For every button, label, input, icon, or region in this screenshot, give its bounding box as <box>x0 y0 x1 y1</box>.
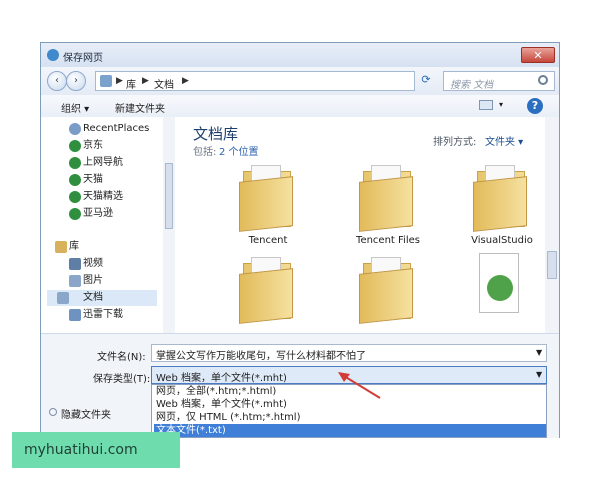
content-scroll-thumb[interactable] <box>547 251 557 279</box>
forward-button[interactable]: › <box>66 71 86 91</box>
ie-link-icon <box>69 140 81 152</box>
chevron-down-icon[interactable]: ▾ <box>499 100 503 109</box>
library-locations-link[interactable]: 2 个位置 <box>219 143 259 158</box>
path-box[interactable]: ▶ 库 ▶ 文档 ▶ ▼ <box>95 71 462 91</box>
chevron-right-icon[interactable]: ▶ <box>182 76 189 86</box>
annotation-arrow <box>338 372 381 399</box>
folder-icon[interactable] <box>239 257 295 324</box>
sort-dropdown[interactable]: 文件夹 ▾ <box>485 133 523 148</box>
library-title: 文档库 <box>193 125 239 143</box>
file-view: 文档库 包括: 2 个位置 排列方式: 文件夹 ▾ Tencent Tencen… <box>175 117 559 333</box>
search-input[interactable]: 搜索 文档 <box>443 71 555 91</box>
folder-icon[interactable] <box>239 165 295 232</box>
filetype-label: 保存类型(T): <box>93 374 151 385</box>
organize-button[interactable]: 组织 ▾ <box>61 100 89 115</box>
breadcrumb-library[interactable]: 库 <box>126 76 136 91</box>
back-button[interactable]: ‹ <box>47 71 67 91</box>
document-file-icon[interactable] <box>475 253 525 323</box>
picture-icon <box>69 275 81 287</box>
address-bar: ‹ › ▶ 库 ▶ 文档 ▶ ▼ ⟳ 搜索 文档 <box>41 67 559 96</box>
filename-label: 文件名(N): <box>97 352 146 363</box>
recent-icon <box>69 123 81 135</box>
ie-link-icon <box>69 191 81 203</box>
close-button[interactable]: ✕ <box>521 47 555 63</box>
view-icon[interactable] <box>479 100 493 110</box>
toolbar: 组织 ▾ 新建文件夹 ▾ ? <box>41 95 559 118</box>
folder-label[interactable]: Tencent Files <box>333 235 443 246</box>
filetype-option-selected[interactable]: 文本文件(*.txt) <box>154 424 546 437</box>
search-icon[interactable] <box>538 75 548 85</box>
chevron-up-icon <box>49 408 57 416</box>
hide-folders-toggle[interactable]: 隐藏文件夹 <box>49 406 111 421</box>
refresh-icon[interactable]: ⟳ <box>419 73 433 87</box>
ie-link-icon <box>69 208 81 220</box>
watermark-banner: myhuatihui.com <box>12 432 180 468</box>
library-icon <box>100 75 112 87</box>
chevron-right-icon[interactable]: ▶ <box>116 76 123 86</box>
video-icon <box>69 258 81 270</box>
folder-label[interactable]: VisualStudio <box>447 235 557 246</box>
sort-label: 排列方式: <box>433 137 477 148</box>
nav-scrollbar[interactable] <box>163 117 175 333</box>
content-scrollbar[interactable] <box>545 117 559 333</box>
new-folder-button[interactable]: 新建文件夹 <box>115 100 165 115</box>
hide-folders-label: 隐藏文件夹 <box>61 410 111 421</box>
folder-label[interactable]: Tencent <box>213 235 323 246</box>
chevron-right-icon[interactable]: ▶ <box>142 76 149 86</box>
filetype-option[interactable]: Web 档案，单个文件(*.mht) <box>154 398 287 411</box>
filetype-value: Web 档案，单个文件(*.mht) <box>156 373 287 384</box>
ie-link-icon <box>69 174 81 186</box>
navigation-pane: RecentPlaces 京东 上网导航 天猫 天猫精选 亚马逊 库 视频 图片… <box>41 117 176 333</box>
download-icon <box>69 309 81 321</box>
filetype-option[interactable]: 网页，全部(*.htm;*.html) <box>154 385 276 398</box>
library-icon <box>55 241 67 253</box>
search-placeholder: 搜索 文档 <box>450 80 494 91</box>
save-options: 文件名(N): 掌握公文写作万能收尾句，写什么材料都不怕了 ▼ 保存类型(T):… <box>41 333 559 438</box>
window-title: 保存网页 <box>63 53 103 64</box>
library-includes-label: 包括: <box>193 147 217 158</box>
folder-icon[interactable] <box>359 257 415 324</box>
ie-icon <box>47 49 59 61</box>
filename-input[interactable]: 掌握公文写作万能收尾句，写什么材料都不怕了 ▼ <box>151 344 547 362</box>
chevron-down-icon[interactable]: ▼ <box>536 348 542 357</box>
filetype-option[interactable]: 网页，仅 HTML (*.htm;*.html) <box>154 411 301 424</box>
help-button[interactable]: ? <box>527 98 543 114</box>
nav-scroll-thumb[interactable] <box>165 163 173 229</box>
nav-item-documents[interactable]: 文档 <box>47 290 157 306</box>
folder-icon[interactable] <box>359 165 415 232</box>
save-dialog: 保存网页 ✕ ‹ › ▶ 库 ▶ 文档 ▶ ▼ ⟳ 搜索 文档 组织 ▾ 新建文… <box>40 42 560 438</box>
folder-icon[interactable] <box>473 165 529 232</box>
watermark-text: myhuatihui.com <box>24 442 138 458</box>
chevron-down-icon[interactable]: ▼ <box>536 370 542 379</box>
title-bar: 保存网页 ✕ <box>41 43 559 67</box>
filename-value: 掌握公文写作万能收尾句，写什么材料都不怕了 <box>156 351 366 362</box>
breadcrumb-documents[interactable]: 文档 <box>154 76 174 91</box>
document-icon <box>57 292 69 304</box>
ie-link-icon <box>69 157 81 169</box>
